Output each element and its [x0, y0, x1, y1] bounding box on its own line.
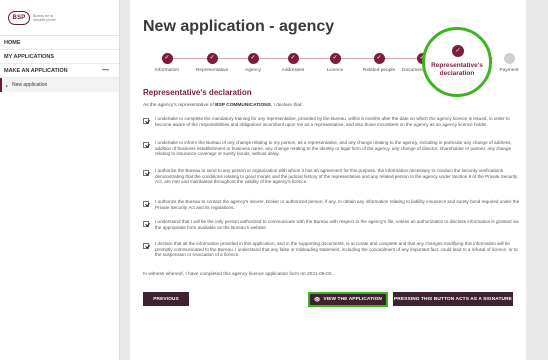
page-title: New application - agency [143, 18, 335, 35]
logo-text: Bureau de la sécurité privée [33, 13, 56, 22]
declaration-item: I declare that all the information provi… [143, 241, 523, 258]
sidebar-item-my-applications[interactable]: MY APPLICATIONS [0, 50, 119, 64]
sidebar-subitem-label: New application [12, 82, 48, 88]
eye-icon: 👁 [314, 296, 321, 303]
sidebar: BSP Bureau de la sécurité privée HOME MY… [0, 0, 120, 360]
declaration-text: I understand that I will be the only per… [155, 219, 519, 230]
declaration-text: I authorize the Bureau to contact the ag… [155, 199, 520, 210]
current-step-highlight: ✓ Representative's declaration [422, 27, 492, 97]
declaration-text: I undertake to inform the Bureau of any … [155, 140, 512, 157]
step-label: Information [155, 68, 179, 73]
sidebar-subitem-new-application[interactable]: ▸ New application [0, 78, 119, 92]
sidebar-item-home[interactable]: HOME [0, 36, 119, 50]
logo-mark: BSP [8, 10, 30, 25]
declaration-item: I understand that I will be the only per… [143, 219, 523, 230]
declaration-checkbox[interactable] [143, 170, 149, 176]
section-title: Representative's declaration [143, 88, 252, 97]
declaration-intro: As the agency's representative of BSP CO… [143, 103, 303, 108]
declaration-item: I authorize the Bureau to send to any pe… [143, 168, 523, 185]
sidebar-item-label: MAKE AN APPLICATION [4, 67, 68, 74]
declaration-item: I authorize the Bureau to contact the ag… [143, 199, 523, 210]
step-information[interactable]: ✓ Information [147, 53, 187, 73]
intro-suffix: , I declare that: [270, 103, 303, 108]
intro-prefix: As the agency's representative of [143, 103, 216, 108]
declaration-item: I undertake to inform the Bureau of any … [143, 140, 523, 157]
sidebar-item-label: MY APPLICATIONS [4, 53, 55, 60]
declaration-checkbox[interactable] [143, 243, 149, 249]
declaration-text: I undertake to complete the mandatory tr… [155, 116, 510, 127]
step-agency[interactable]: ✓ Agency [233, 53, 273, 73]
check-icon: ✓ [373, 53, 385, 64]
step-related-people[interactable]: ✓ Related people [359, 53, 399, 73]
declaration-text: I authorize the Bureau to send to any pe… [155, 168, 518, 185]
view-application-label: VIEW THE APPLICATION [323, 297, 382, 302]
caret-right-icon: ▸ [6, 82, 9, 88]
declaration-item: I undertake to complete the mandatory tr… [143, 116, 523, 127]
sidebar-item-label: HOME [4, 39, 21, 46]
declaration-text: I declare that all the information provi… [155, 241, 518, 258]
step-label: Agency [245, 68, 261, 73]
step-label: Licence [326, 68, 344, 73]
check-icon: ✓ [161, 53, 173, 64]
step-dot-pending [503, 53, 515, 64]
step-current-label: Representative's declaration [431, 62, 483, 77]
check-icon: ✓ [329, 53, 341, 64]
previous-button[interactable]: PREVIOUS [143, 292, 189, 306]
declaration-checkbox[interactable] [143, 201, 149, 207]
step-payment[interactable]: Payment [489, 53, 529, 73]
step-label: Related people [362, 68, 396, 73]
step-label: Addresses [281, 68, 305, 73]
sidebar-item-make-an-application[interactable]: MAKE AN APPLICATION — [0, 64, 119, 78]
witness-statement: In witness whereof, I have completed thi… [143, 272, 333, 277]
step-representative[interactable]: ✓ Representative [192, 53, 232, 73]
step-addresses[interactable]: ✓ Addresses [273, 53, 313, 73]
step-label: Payment [499, 68, 519, 73]
check-icon: ✓ [247, 53, 259, 64]
check-icon: ✓ [452, 45, 464, 57]
view-application-button[interactable]: 👁 VIEW THE APPLICATION [308, 292, 388, 307]
intro-company: BSP COMMUNICATIONS [215, 103, 271, 108]
declaration-checkbox[interactable] [143, 118, 149, 124]
bsp-logo[interactable]: BSP Bureau de la sécurité privée [8, 10, 59, 25]
check-icon: ✓ [287, 53, 299, 64]
declaration-checkbox[interactable] [143, 221, 149, 227]
collapse-icon[interactable]: — [102, 67, 109, 74]
step-label: Representative [195, 68, 229, 73]
declaration-checkbox[interactable] [143, 142, 149, 148]
sign-button[interactable]: PRESSING THIS BUTTON ACTS AS A SIGNATURE [393, 292, 513, 306]
step-licence[interactable]: ✓ Licence [315, 53, 355, 73]
logo-area: BSP Bureau de la sécurité privée [0, 0, 119, 36]
check-icon: ✓ [206, 53, 218, 64]
